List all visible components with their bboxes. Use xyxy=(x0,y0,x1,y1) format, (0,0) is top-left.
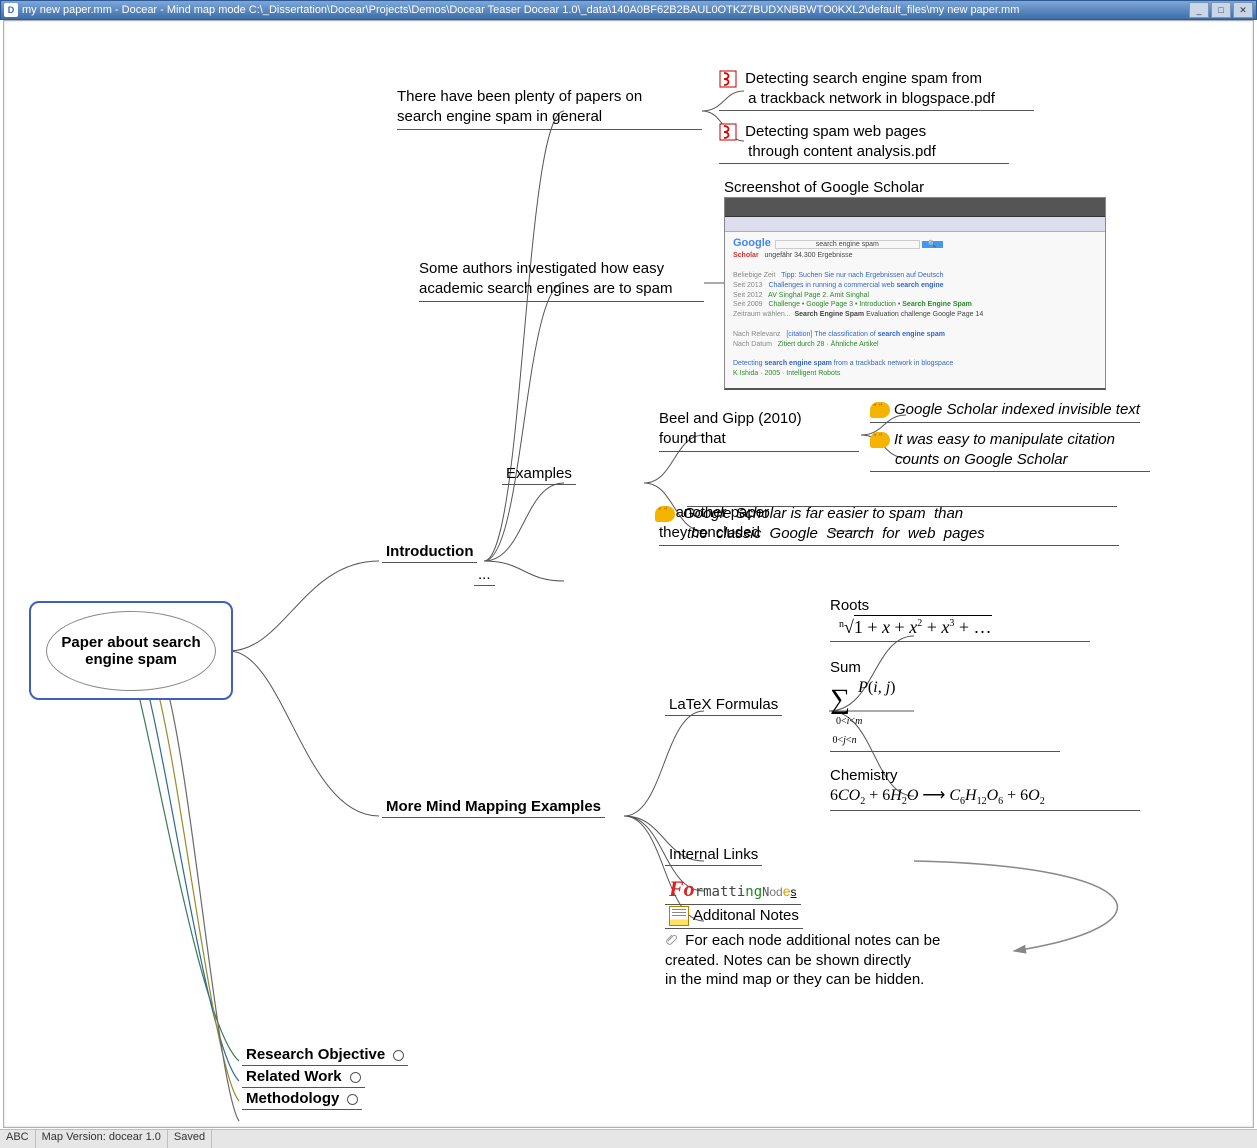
pdf-icon xyxy=(719,70,737,88)
status-version: Map Version: docear 1.0 xyxy=(36,1130,168,1148)
quote-icon xyxy=(655,506,675,522)
expand-handle[interactable] xyxy=(393,1050,404,1061)
node-label: Internal Links xyxy=(669,846,758,863)
window-titlebar: D my new paper.mm - Docear - Mind map mo… xyxy=(0,0,1257,20)
node-intro-text2[interactable]: Some authors investigated how easyacadem… xyxy=(419,259,704,302)
formula-label: Sum xyxy=(830,659,861,676)
node-beel-gipp[interactable]: Beel and Gipp (2010)found that xyxy=(659,409,859,452)
node-label: Examples xyxy=(506,465,572,482)
node-research-objective[interactable]: Research Objective xyxy=(242,1046,408,1066)
node-examples[interactable]: Examples xyxy=(502,465,576,485)
node-quote2[interactable]: It was easy to manipulate citation count… xyxy=(870,430,1150,472)
close-button[interactable]: ✕ xyxy=(1233,2,1253,18)
embedded-screenshot[interactable]: Google search engine spam 🔍 Scholar unge… xyxy=(724,197,1106,390)
node-sum[interactable]: Sum ∑ P(i, j) 0<i<m 0<j<n xyxy=(830,658,1060,752)
node-label: Introduction xyxy=(386,543,473,560)
attachment-icon xyxy=(665,934,679,948)
node-methodology[interactable]: Methodology xyxy=(242,1090,362,1110)
quote-icon xyxy=(870,402,890,418)
quote-icon xyxy=(870,432,890,448)
root-label: Paper about search engine spam xyxy=(51,634,211,668)
node-label: Research Objective xyxy=(246,1046,385,1063)
node-introduction[interactable]: Introduction xyxy=(382,543,477,563)
node-additional-notes[interactable]: Additonal Notes xyxy=(665,906,803,929)
maximize-button[interactable]: □ xyxy=(1211,2,1231,18)
expand-handle[interactable] xyxy=(347,1094,358,1105)
status-saved: Saved xyxy=(168,1130,212,1148)
quote-text: Google Scholar indexed invisible text xyxy=(894,401,1140,418)
node-label: LaTeX Formulas xyxy=(669,696,778,713)
formula-label: Chemistry xyxy=(830,767,898,784)
node-quote1[interactable]: Google Scholar indexed invisible text xyxy=(870,400,1140,423)
screenshot-caption: Screenshot of Google Scholar xyxy=(724,178,924,198)
node-related-work[interactable]: Related Work xyxy=(242,1068,365,1088)
node-pdf2[interactable]: Detecting spam web pages through content… xyxy=(719,122,1009,164)
formula-label: Roots xyxy=(830,597,869,614)
node-label: Additonal Notes xyxy=(693,907,799,924)
note-icon xyxy=(669,906,689,926)
node-roots[interactable]: Roots n√1 + x + x2 + x3 + … xyxy=(830,596,1090,642)
node-pdf1[interactable]: Detecting search engine spam from a trac… xyxy=(719,69,1034,111)
node-label: Methodology xyxy=(246,1090,339,1107)
node-formatting-nodes[interactable]: Formatting Nodes xyxy=(665,876,801,905)
app-icon: D xyxy=(4,3,18,17)
node-ellipsis[interactable]: ... xyxy=(474,566,495,586)
notes-detail-text: For each node additional notes can becre… xyxy=(665,931,1005,990)
node-label: Related Work xyxy=(246,1068,342,1085)
mindmap-canvas[interactable]: Paper about search engine spam Introduct… xyxy=(3,20,1254,1128)
root-node[interactable]: Paper about search engine spam xyxy=(29,601,233,700)
minimize-button[interactable]: _ xyxy=(1189,2,1209,18)
node-chemistry[interactable]: Chemistry 6CO2 + 6H2O ⟶ C6H12O6 + 6O2 xyxy=(830,766,1140,811)
node-intro-text1[interactable]: There have been plenty of papers onsearc… xyxy=(397,87,702,130)
window-title: my new paper.mm - Docear - Mind map mode… xyxy=(22,4,1189,16)
node-more-mm-examples[interactable]: More Mind Mapping Examples xyxy=(382,798,605,818)
node-latex-formulas[interactable]: LaTeX Formulas xyxy=(665,696,782,716)
node-label: ... xyxy=(478,566,491,583)
node-label: More Mind Mapping Examples xyxy=(386,798,601,815)
node-quote-3[interactable]: Google Scholar is far easier to spam tha… xyxy=(687,504,1119,546)
node-internal-links[interactable]: Internal Links xyxy=(665,846,762,866)
pdf-icon xyxy=(719,123,737,141)
expand-handle[interactable] xyxy=(350,1072,361,1083)
edge-layer xyxy=(4,21,1254,1128)
status-abc: ABC xyxy=(0,1130,36,1148)
status-bar: ABC Map Version: docear 1.0 Saved xyxy=(0,1129,1257,1148)
